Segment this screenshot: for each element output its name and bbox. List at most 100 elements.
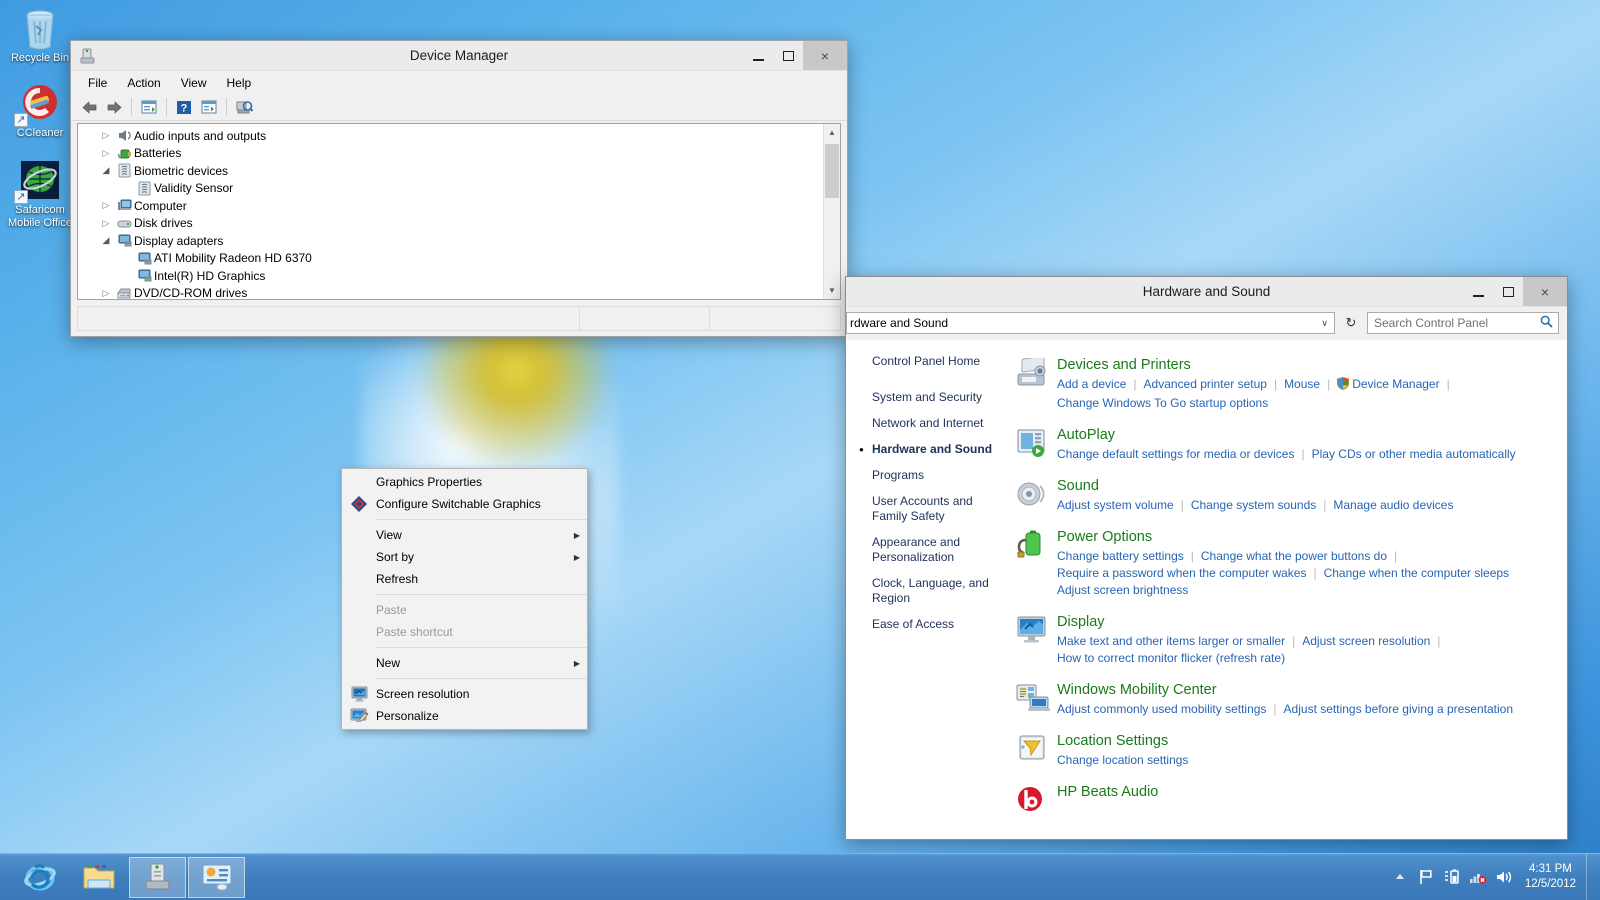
category-task-link[interactable]: How to correct monitor flicker (refresh … (1057, 651, 1285, 665)
device-manager-menubar[interactable]: File Action View Help (71, 71, 847, 94)
taskbar-internet-explorer[interactable] (11, 857, 68, 898)
category-task-link[interactable]: Change Windows To Go startup options (1057, 396, 1268, 410)
minimize-button[interactable] (1463, 277, 1493, 306)
category-task-link[interactable]: Change what the power buttons do (1201, 549, 1387, 563)
maximize-button[interactable] (1493, 277, 1523, 306)
minimize-button[interactable] (743, 41, 773, 70)
tree-expand-icon[interactable]: ▷ (98, 288, 114, 299)
desktop-icon-ccleaner[interactable]: ↗ CCleaner (0, 81, 80, 140)
category-task-link[interactable]: Make text and other items larger or smal… (1057, 634, 1285, 648)
category-task-link[interactable]: Adjust screen brightness (1057, 583, 1188, 597)
desktop-icon-safaricom-mobile-office[interactable]: ↗ Safaricom Mobile Office (0, 158, 80, 230)
control-panel-sidebar[interactable]: Control Panel Home System and Security Ne… (846, 340, 1001, 839)
category-task-link[interactable]: Change default settings for media or dev… (1057, 447, 1294, 461)
context-menu-item-new[interactable]: New▶ (342, 652, 587, 674)
category-task-link[interactable]: Adjust system volume (1057, 498, 1174, 512)
device-tree-item[interactable]: ◢Display adapters (78, 232, 823, 250)
refresh-button[interactable]: ↻ (1340, 312, 1362, 334)
close-button[interactable]: × (803, 41, 847, 70)
desktop-icon-recycle-bin[interactable]: Recycle Bin (0, 6, 80, 65)
control-panel-addressbar[interactable]: rdware and Sound ∨ ↻ Search Control Pane… (846, 307, 1567, 339)
category-task-link[interactable]: Play CDs or other media automatically (1312, 447, 1516, 461)
hp-beats-audio-icon[interactable] (1009, 783, 1057, 815)
search-input[interactable]: Search Control Panel (1367, 312, 1559, 334)
search-icon[interactable] (1535, 315, 1558, 331)
power-battery-icon[interactable] (1439, 869, 1465, 885)
menu-file[interactable]: File (79, 73, 116, 93)
sidebar-item-control-panel-home[interactable]: Control Panel Home (872, 354, 1001, 369)
help-button[interactable]: ? (172, 96, 196, 118)
taskbar-clock[interactable]: 4:31 PM 12/5/2012 (1517, 862, 1586, 892)
taskbar-control-panel[interactable] (188, 857, 245, 898)
sidebar-item-clock-language-and-region[interactable]: Clock, Language, and Region (872, 576, 1001, 606)
sidebar-item-hardware-and-sound[interactable]: Hardware and Sound (872, 442, 1001, 457)
device-manager-window[interactable]: Device Manager × File Action View Help ? (70, 40, 848, 337)
tree-expand-icon[interactable]: ▷ (98, 200, 114, 211)
category-task-link[interactable]: Change system sounds (1191, 498, 1316, 512)
category-task-link[interactable]: Device Manager (1337, 377, 1439, 391)
tree-expand-icon[interactable]: ▷ (98, 148, 114, 159)
context-menu-item-view[interactable]: View▶ (342, 524, 587, 546)
forward-button[interactable] (102, 96, 126, 118)
context-menu-item-personalize[interactable]: Personalize (342, 705, 587, 727)
category-task-link[interactable]: Change battery settings (1057, 549, 1184, 563)
update-driver-button[interactable] (197, 96, 221, 118)
scroll-down-arrow-icon[interactable]: ▼ (824, 282, 840, 299)
device-manager-titlebar[interactable]: Device Manager × (71, 41, 847, 71)
volume-icon[interactable] (1491, 869, 1517, 885)
properties-button[interactable] (137, 96, 161, 118)
sound-icon[interactable] (1009, 477, 1057, 514)
sidebar-item-appearance-and-personalization[interactable]: Appearance and Personalization (872, 535, 1001, 565)
category-title-link[interactable]: Windows Mobility Center (1057, 681, 1567, 700)
taskbar-device-manager[interactable] (129, 857, 186, 898)
mobility-center-icon[interactable] (1009, 681, 1057, 718)
scrollbar-thumb[interactable] (825, 144, 839, 198)
category-title-link[interactable]: HP Beats Audio (1057, 783, 1567, 802)
scroll-up-arrow-icon[interactable]: ▲ (824, 124, 840, 141)
device-tree-item[interactable]: ▷DVD/CD-ROM drives (78, 285, 823, 301)
category-task-link[interactable]: Advanced printer setup (1144, 377, 1267, 391)
device-tree-item[interactable]: ▷Computer (78, 197, 823, 215)
autoplay-icon[interactable] (1009, 426, 1057, 463)
action-center-flag-icon[interactable] (1413, 869, 1439, 885)
category-task-link[interactable]: Change location settings (1057, 753, 1188, 767)
context-menu-item-configure-switchable-graphics[interactable]: Configure Switchable Graphics (342, 493, 587, 515)
menu-view[interactable]: View (172, 73, 216, 93)
show-hidden-icons-button[interactable] (1387, 872, 1413, 882)
device-tree-item[interactable]: ATI Mobility Radeon HD 6370 (78, 250, 823, 268)
category-task-link[interactable]: Require a password when the computer wak… (1057, 566, 1306, 580)
device-tree-item[interactable]: ◢Biometric devices (78, 162, 823, 180)
sidebar-item-network-and-internet[interactable]: Network and Internet (872, 416, 1001, 431)
device-tree-scrollbar[interactable]: ▲ ▼ (823, 124, 840, 299)
tree-collapse-icon[interactable]: ◢ (98, 235, 114, 246)
category-task-link[interactable]: Mouse (1284, 377, 1320, 391)
context-menu-item-screen-resolution[interactable]: Screen resolution (342, 683, 587, 705)
category-title-link[interactable]: Sound (1057, 477, 1567, 496)
context-menu-item-graphics-properties[interactable]: Graphics Properties (342, 471, 587, 493)
scan-hardware-changes-button[interactable] (232, 96, 256, 118)
sidebar-item-system-and-security[interactable]: System and Security (872, 390, 1001, 405)
category-task-link[interactable]: Adjust commonly used mobility settings (1057, 702, 1266, 716)
devices-printers-icon[interactable] (1009, 356, 1057, 412)
category-task-link[interactable]: Adjust screen resolution (1302, 634, 1430, 648)
taskbar-file-explorer[interactable] (70, 857, 127, 898)
tree-collapse-icon[interactable]: ◢ (98, 165, 114, 176)
category-title-link[interactable]: Location Settings (1057, 732, 1567, 751)
location-settings-icon[interactable] (1009, 732, 1057, 769)
tree-expand-icon[interactable]: ▷ (98, 130, 114, 141)
device-tree-pane[interactable]: ▷Audio inputs and outputs▷Batteries◢Biom… (77, 123, 841, 300)
chevron-down-icon[interactable]: ∨ (1315, 318, 1334, 329)
maximize-button[interactable] (773, 41, 803, 70)
taskbar[interactable]: 4:31 PM 12/5/2012 (0, 853, 1600, 900)
context-menu-item-refresh[interactable]: Refresh (342, 568, 587, 590)
category-task-link[interactable]: Manage audio devices (1333, 498, 1453, 512)
device-manager-toolbar[interactable]: ? (71, 94, 847, 121)
system-tray[interactable]: 4:31 PM 12/5/2012 (1387, 854, 1600, 900)
device-tree-item[interactable]: ▷Audio inputs and outputs (78, 127, 823, 145)
category-title-link[interactable]: Devices and Printers (1057, 356, 1567, 375)
control-panel-titlebar[interactable]: Hardware and Sound × (846, 277, 1567, 307)
back-button[interactable] (77, 96, 101, 118)
category-task-link[interactable]: Change when the computer sleeps (1324, 566, 1509, 580)
category-task-link[interactable]: Add a device (1057, 377, 1126, 391)
menu-help[interactable]: Help (218, 73, 261, 93)
